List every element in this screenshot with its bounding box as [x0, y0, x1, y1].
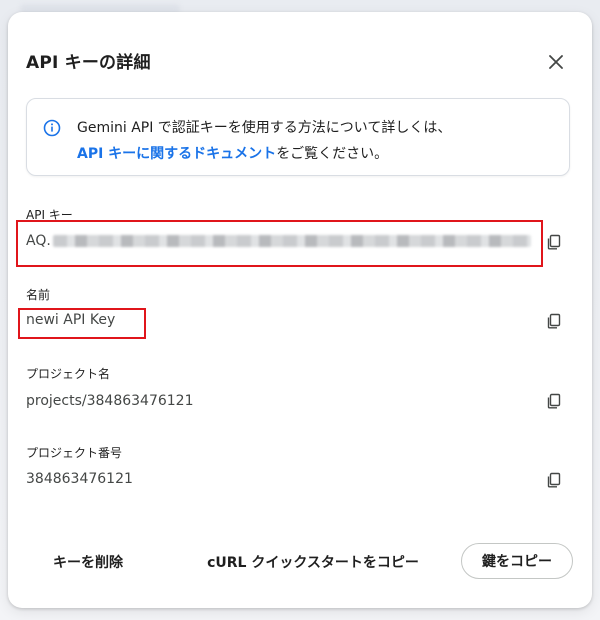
delete-key-button[interactable]: キーを削除: [32, 544, 144, 580]
name-value: newi API Key: [26, 312, 116, 328]
info-banner: Gemini API で認証キーを使用する方法について詳しくは、 API キーに…: [26, 98, 570, 176]
api-key-details-dialog: API キーの詳細 Gemini API で認証キーを使用する方法について詳しく…: [8, 12, 592, 608]
project-number-value: 384863476121: [26, 471, 133, 487]
dialog-title: API キーの詳細: [26, 53, 151, 73]
copy-icon: [547, 393, 561, 409]
info-icon: [43, 119, 61, 137]
api-key-label: API キー: [26, 208, 73, 222]
close-icon: [549, 55, 563, 69]
copy-key-button[interactable]: 鍵をコピー: [461, 543, 573, 579]
info-text-line1: Gemini API で認証キーを使用する方法について詳しくは、: [77, 120, 452, 136]
project-name-label: プロジェクト名: [26, 367, 111, 381]
project-number-label: プロジェクト番号: [26, 446, 123, 460]
copy-icon: [547, 313, 561, 329]
copy-project-number-button[interactable]: [542, 468, 566, 492]
documentation-link[interactable]: API キーに関するドキュメント: [77, 146, 276, 162]
project-name-value: projects/384863476121: [26, 393, 194, 409]
info-text-line2: API キーに関するドキュメントをご覧ください。: [77, 143, 388, 163]
api-key-prefix: AQ.: [26, 233, 51, 249]
api-key-redacted: [52, 235, 531, 247]
info-text-suffix: をご覧ください。: [276, 146, 389, 162]
copy-icon: [547, 472, 561, 488]
copy-curl-quickstart-button[interactable]: cURL クイックスタートをコピー: [182, 544, 444, 580]
close-button[interactable]: [542, 48, 570, 76]
copy-api-key-button[interactable]: [542, 230, 566, 254]
copy-name-button[interactable]: [542, 309, 566, 333]
api-key-value: AQ.: [26, 233, 531, 249]
copy-icon: [547, 234, 561, 250]
name-label: 名前: [26, 288, 51, 302]
copy-project-name-button[interactable]: [542, 389, 566, 413]
